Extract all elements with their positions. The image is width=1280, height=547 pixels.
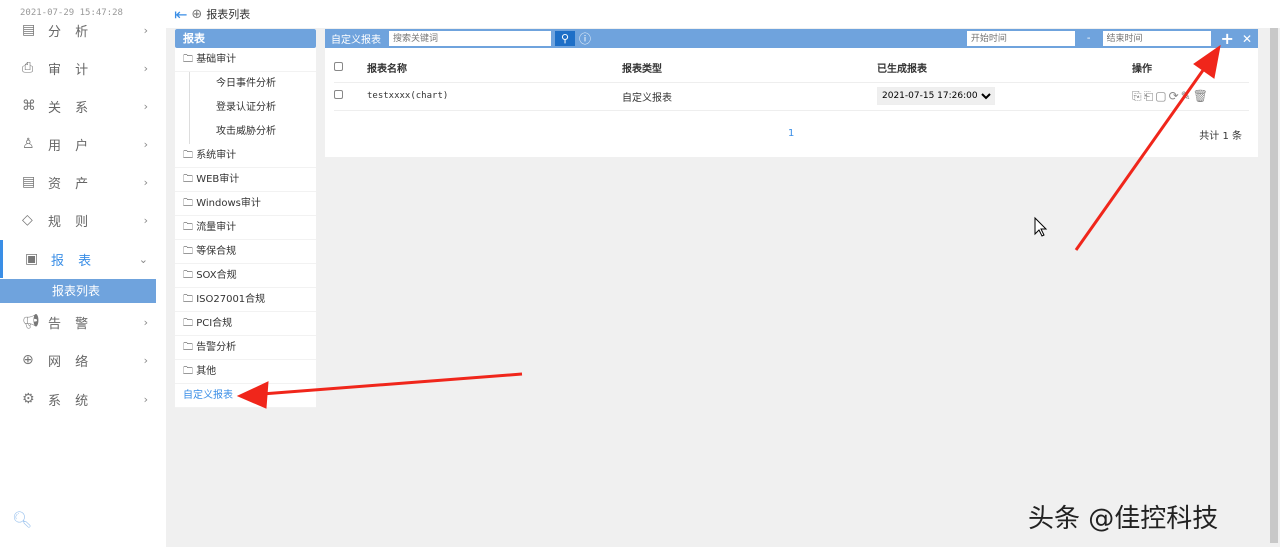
sidebar-item-report[interactable]: ▣ 报 表 ⌄ (0, 240, 166, 278)
chevron-icon: › (143, 315, 148, 329)
sidebar-item-label: 规 则 (48, 214, 94, 230)
chevron-icon: › (143, 175, 148, 189)
settings-icon: ⚙ (22, 391, 35, 407)
user-icon: ♙ (22, 136, 35, 152)
chevron-icon: › (143, 137, 148, 151)
report-icon: ▣ (25, 251, 39, 267)
audit-icon: ⎙ (22, 60, 34, 76)
sidebar-item-network[interactable]: ⊕ 网 络 › (0, 341, 166, 379)
annotation-arrows (236, 44, 1221, 409)
alarm-icon: 📢︎ (22, 314, 40, 330)
sidebar-item-label: 告 警 (48, 316, 94, 332)
chevron-icon: › (143, 213, 148, 227)
sidebar-item-label: 审 计 (48, 62, 94, 78)
network-icon: ⊕ (22, 352, 34, 368)
sidebar-item-rule[interactable]: ◇ 规 则 › (0, 201, 166, 239)
sidebar-item-label: 用 户 (48, 138, 94, 154)
sidebar-item-user[interactable]: ♙ 用 户 › (0, 125, 166, 163)
sidebar-item-label: 网 络 (48, 354, 94, 370)
asset-icon: ▤ (22, 174, 36, 190)
relation-icon: ⌘ (22, 98, 36, 114)
sidebar-item-settings[interactable]: ⚙ 系 统 › (0, 380, 166, 418)
sidebar-item-chart[interactable]: ▤ 分 析 › (0, 11, 166, 49)
sidebar-item-label: 报 表 (51, 253, 97, 269)
chevron-icon: › (143, 392, 148, 406)
sidebar-item-relation[interactable]: ⌘ 关 系 › (0, 87, 166, 125)
sidebar-item-label: 关 系 (48, 100, 94, 116)
sidebar-item-alarm[interactable]: 📢︎ 告 警 › (0, 303, 166, 341)
chevron-icon: › (143, 99, 148, 113)
sidebar-item-label: 分 析 (48, 24, 94, 40)
sidebar-item-audit[interactable]: ⎙ 审 计 › (0, 49, 166, 87)
sidebar-item-label: 资 产 (48, 176, 94, 192)
chevron-icon: ⌄ (138, 252, 148, 266)
sidebar-item-label: 系 统 (48, 393, 94, 409)
rule-icon: ◇ (22, 212, 33, 228)
chart-icon: ▤ (22, 22, 36, 38)
chevron-icon: › (143, 353, 148, 367)
chevron-icon: › (143, 61, 148, 75)
sidebar-item-asset[interactable]: ▤ 资 产 › (0, 163, 166, 201)
chevron-icon: › (143, 23, 148, 37)
